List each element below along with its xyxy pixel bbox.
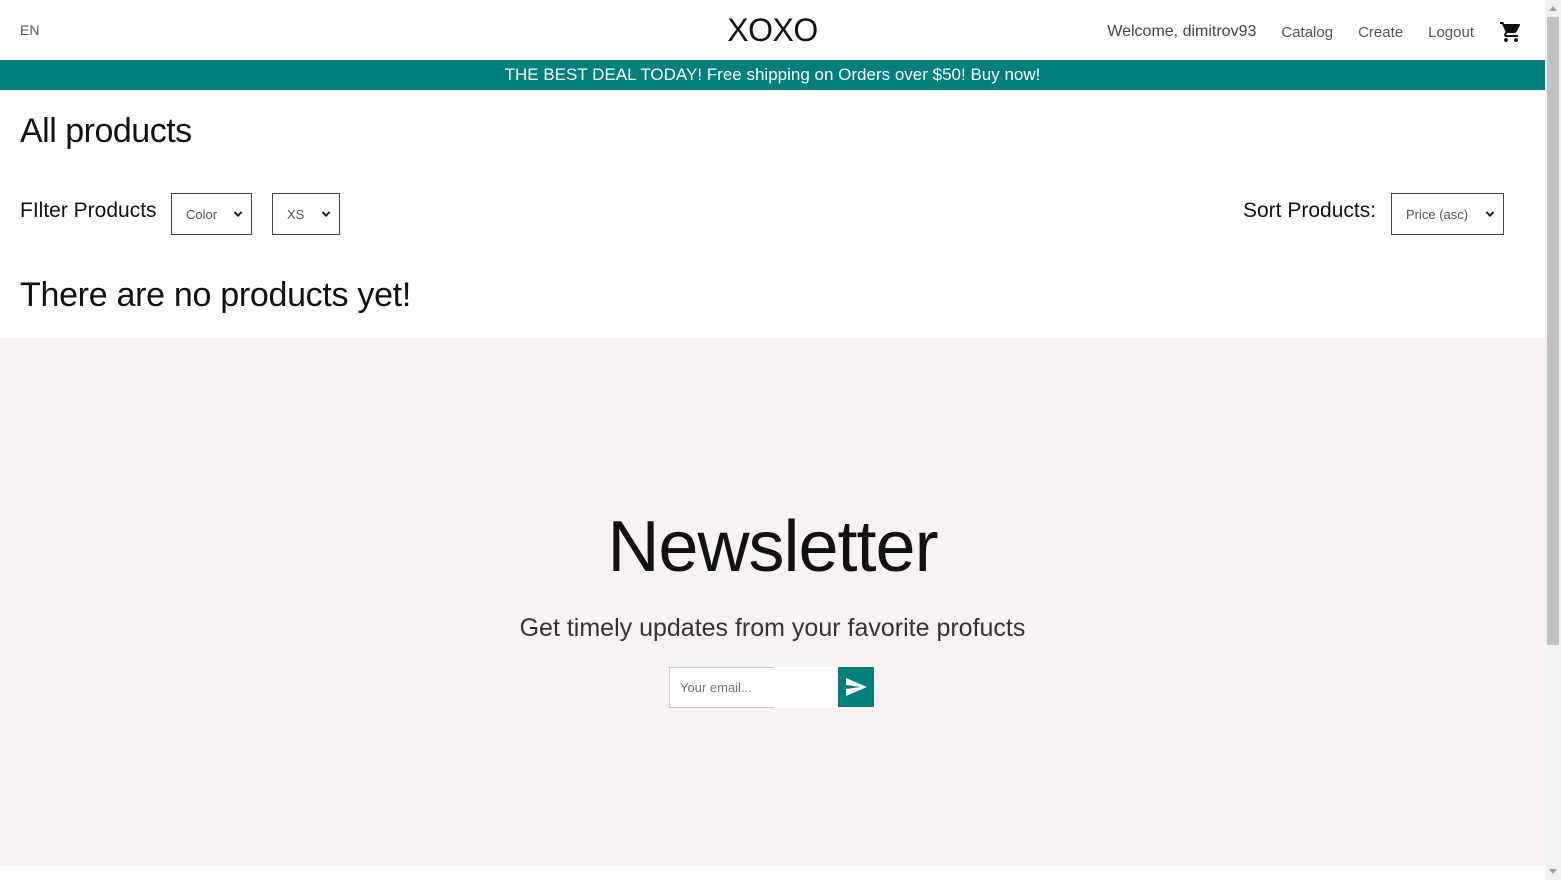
vertical-scrollbar[interactable] [1545,0,1561,880]
size-filter-select[interactable]: XS [272,193,340,235]
sort-select[interactable]: Price (asc) [1391,193,1504,235]
shopping-cart-icon[interactable] [1499,20,1523,44]
newsletter-email-input[interactable] [669,667,774,708]
scroll-down-arrow-icon[interactable] [1549,869,1557,874]
chevron-down-icon [1485,211,1495,218]
nav-link-create[interactable]: Create [1358,24,1403,41]
scrollbar-thumb[interactable] [1547,17,1559,645]
size-filter-value: XS [287,206,305,222]
welcome-text: Welcome, dimitrov93 [1107,23,1257,40]
filter-label: FIlter Products [20,199,157,222]
language-selector[interactable]: EN [20,22,39,38]
page: EN XOXO Welcome, dimitrov93 Catalog Crea… [0,0,1545,880]
empty-products-message: There are no products yet! [20,276,411,314]
main-nav: Welcome, dimitrov93 Catalog Create Logou… [1107,18,1523,46]
email-input-extension[interactable] [774,667,838,708]
sort-label: Sort Products: [1243,199,1377,222]
chevron-down-icon [233,211,243,218]
shopping-cart-icon-svg [1500,22,1521,42]
newsletter-form [669,667,874,708]
page-title: All products [20,112,192,150]
site-header: EN XOXO Welcome, dimitrov93 Catalog Crea… [0,0,1545,60]
sort-value: Price (asc) [1406,206,1469,222]
send-icon [846,678,867,696]
newsletter-subtitle: Get timely updates from your favorite pr… [519,614,1026,642]
color-filter-select[interactable]: Color [171,193,252,235]
newsletter-title: Newsletter [607,507,938,587]
chevron-down-icon [321,211,331,218]
newsletter-section: Newsletter Get timely updates from your … [0,338,1545,866]
scroll-up-arrow-icon[interactable] [1549,6,1557,11]
color-filter-value: Color [186,206,218,222]
promo-banner[interactable]: THE BEST DEAL TODAY! Free shipping on Or… [0,60,1545,90]
newsletter-submit-button[interactable] [838,667,874,707]
nav-link-logout[interactable]: Logout [1428,24,1474,41]
nav-link-catalog[interactable]: Catalog [1281,24,1333,41]
